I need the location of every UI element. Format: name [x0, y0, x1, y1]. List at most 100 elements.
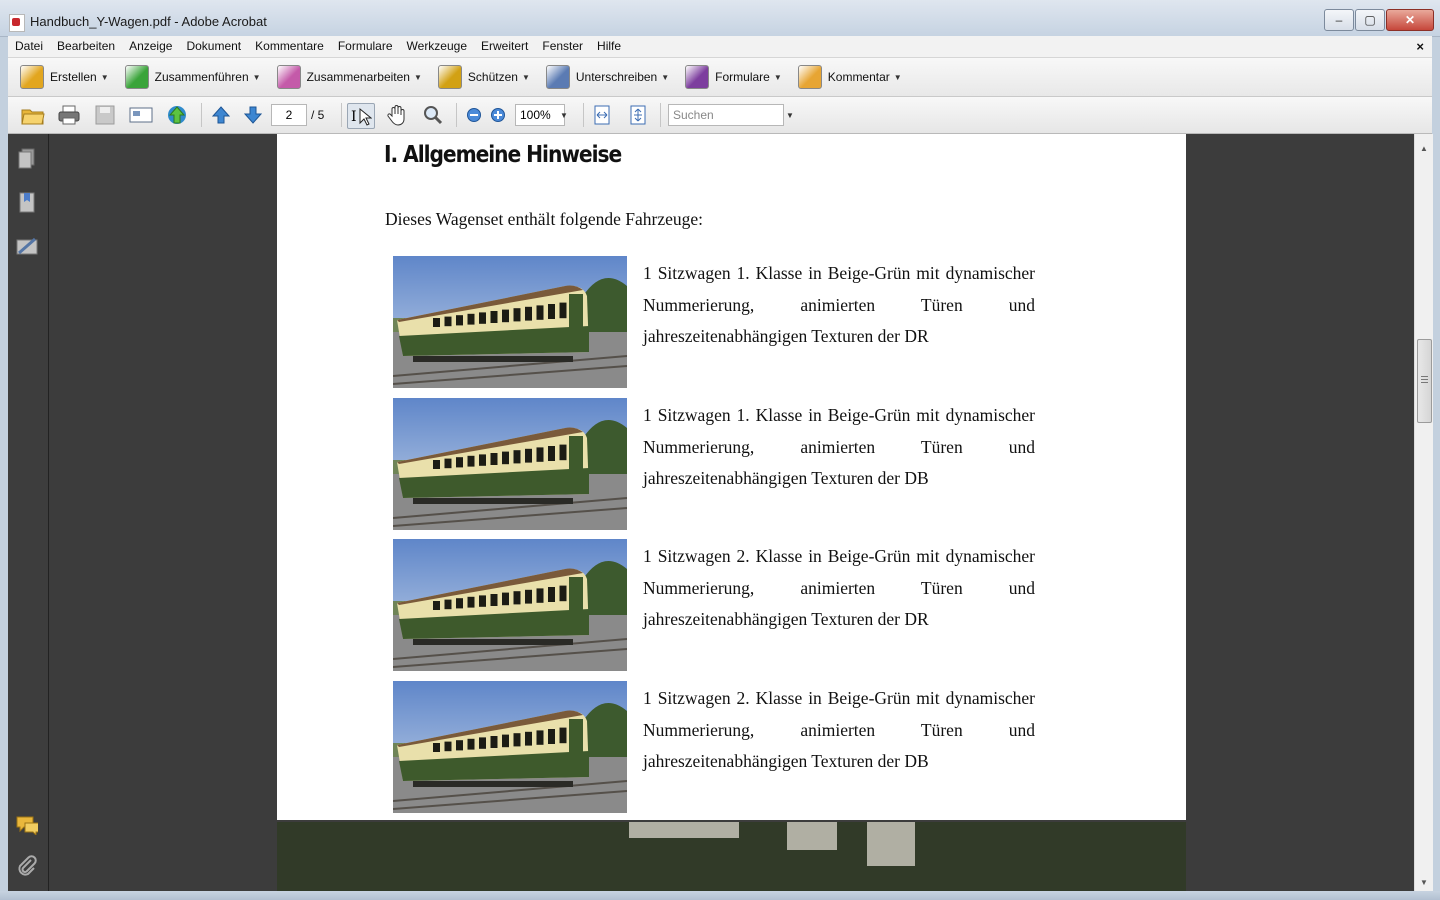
- title-bar[interactable]: Handbuch_Y-Wagen.pdf - Adobe Acrobat – ▢…: [0, 0, 1440, 37]
- menu-werkzeuge[interactable]: Werkzeuge: [400, 36, 474, 57]
- task-label: Erstellen: [50, 70, 97, 84]
- dropdown-arrow-icon: ▼: [893, 72, 902, 82]
- attachments-icon[interactable]: [16, 855, 38, 877]
- open-icon[interactable]: [20, 103, 46, 127]
- separator: [341, 103, 342, 127]
- maximize-button[interactable]: ▢: [1355, 9, 1385, 31]
- zoom-dropdown-icon[interactable]: ▼: [560, 106, 568, 126]
- task-pen-button[interactable]: Unterschreiben ▼: [545, 65, 670, 89]
- task-lock-button[interactable]: Schützen ▼: [437, 65, 530, 89]
- task-label: Kommentar: [827, 70, 890, 84]
- separator: [660, 103, 661, 127]
- create-pdf-icon: [20, 65, 44, 89]
- page-number-input[interactable]: 2: [271, 104, 307, 126]
- task-collaborate-button[interactable]: Zusammenarbeiten ▼: [276, 65, 422, 89]
- task-comment-button[interactable]: Kommentar ▼: [797, 65, 902, 89]
- tasks-toolbar: Erstellen ▼ Zusammenführen ▼ Zusammenarbeite…: [8, 58, 1432, 97]
- pages-icon[interactable]: [16, 148, 38, 170]
- vehicle-entry: 1 Sitzwagen 1. Klasse in Beige-Grün mit …: [393, 398, 1035, 531]
- vehicle-description: 1 Sitzwagen 2. Klasse in Beige-Grün mit …: [643, 546, 1035, 629]
- combine-icon: [124, 65, 149, 89]
- vehicle-description: 1 Sitzwagen 1. Klasse in Beige-Grün mit …: [643, 263, 1035, 346]
- task-combine-button[interactable]: Zusammenführen ▼: [124, 65, 261, 89]
- search-input[interactable]: Suchen: [668, 104, 784, 126]
- comment-icon: [797, 65, 822, 89]
- previous-page-icon[interactable]: [208, 103, 234, 127]
- collaborate-icon: [276, 65, 301, 89]
- menu-dokument[interactable]: Dokument: [179, 36, 248, 57]
- search-dropdown-icon[interactable]: ▼: [786, 106, 794, 126]
- save-icon[interactable]: [92, 103, 118, 127]
- dropdown-arrow-icon: ▼: [521, 72, 530, 82]
- acrobat-icon: [9, 14, 25, 32]
- next-page-icon[interactable]: [240, 103, 266, 127]
- wagon-image: [393, 681, 627, 813]
- email-icon[interactable]: [128, 103, 154, 127]
- minimize-button[interactable]: –: [1324, 9, 1354, 31]
- next-page-preview: [277, 822, 1186, 891]
- menu-bearbeiten[interactable]: Bearbeiten: [50, 36, 122, 57]
- separator: [583, 103, 584, 127]
- vertical-scrollbar[interactable]: ▲ ▼: [1414, 134, 1433, 891]
- print-icon[interactable]: [56, 103, 82, 127]
- menu-kommentare[interactable]: Kommentare: [248, 36, 331, 57]
- document-area[interactable]: I. Allgemeine Hinweise Dieses Wagenset e…: [49, 134, 1414, 891]
- scroll-thumb[interactable]: [1417, 339, 1432, 423]
- window-title: Handbuch_Y-Wagen.pdf - Adobe Acrobat: [30, 14, 267, 29]
- vehicle-entry: 1 Sitzwagen 2. Klasse in Beige-Grün mit …: [393, 539, 1035, 672]
- menu-fenster[interactable]: Fenster: [535, 36, 590, 57]
- vehicle-description: 1 Sitzwagen 2. Klasse in Beige-Grün mit …: [643, 688, 1035, 771]
- menu-datei[interactable]: Datei: [8, 36, 50, 57]
- marquee-zoom-icon[interactable]: [420, 103, 446, 127]
- dropdown-arrow-icon: ▼: [773, 72, 782, 82]
- forms-icon: [685, 65, 710, 89]
- dropdown-arrow-icon: ▼: [252, 72, 261, 82]
- task-label: Zusammenarbeiten: [306, 70, 410, 84]
- task-label: Zusammenführen: [154, 70, 249, 84]
- main-toolbar: 2 / 5 I 100% ▼ Suchen ▼: [8, 97, 1432, 134]
- share-icon[interactable]: [164, 103, 190, 127]
- task-forms-button[interactable]: Formulare ▼: [685, 65, 782, 89]
- zoom-in-icon[interactable]: [485, 103, 511, 127]
- window-frame-right: [1432, 36, 1440, 892]
- task-create-pdf-button[interactable]: Erstellen ▼: [20, 65, 109, 89]
- signatures-icon[interactable]: [16, 235, 38, 257]
- zoom-out-icon[interactable]: [461, 103, 487, 127]
- window-frame-left: [0, 36, 8, 892]
- fit-page-icon[interactable]: [625, 103, 651, 127]
- task-label: Unterschreiben: [575, 70, 658, 84]
- scroll-up-icon[interactable]: ▲: [1415, 140, 1433, 157]
- dropdown-arrow-icon: ▼: [661, 72, 670, 82]
- section-heading: I. Allgemeine Hinweise: [384, 142, 622, 168]
- hand-tool-icon[interactable]: [384, 103, 410, 127]
- menu-bar: Datei Bearbeiten Anzeige Dokument Kommentare…: [8, 36, 1432, 58]
- menu-formulare[interactable]: Formulare: [331, 36, 400, 57]
- bookmarks-icon[interactable]: [16, 192, 38, 214]
- select-tool-icon[interactable]: I: [347, 103, 375, 129]
- pen-icon: [545, 65, 570, 89]
- zoom-input[interactable]: 100%: [515, 104, 565, 126]
- comments-icon[interactable]: [16, 814, 38, 836]
- menu-hilfe[interactable]: Hilfe: [590, 36, 628, 57]
- menu-erweitert[interactable]: Erweitert: [474, 36, 535, 57]
- menu-anzeige[interactable]: Anzeige: [122, 36, 179, 57]
- vehicle-entry: 1 Sitzwagen 1. Klasse in Beige-Grün mit …: [393, 256, 1035, 389]
- separator: [201, 103, 202, 127]
- close-document-button[interactable]: ×: [1416, 36, 1424, 57]
- window-frame-bottom: [0, 891, 1440, 900]
- lock-icon: [437, 65, 462, 89]
- scroll-down-icon[interactable]: ▼: [1415, 874, 1433, 891]
- dropdown-arrow-icon: ▼: [100, 72, 109, 82]
- close-button[interactable]: ✕: [1386, 9, 1434, 31]
- separator: [456, 103, 457, 127]
- vehicle-entry: 1 Sitzwagen 2. Klasse in Beige-Grün mit …: [393, 681, 1035, 814]
- fit-width-icon[interactable]: [589, 103, 615, 127]
- intro-text: Dieses Wagenset enthält folgende Fahrzeu…: [385, 209, 704, 229]
- svg-text:I: I: [351, 109, 357, 125]
- vehicle-description: 1 Sitzwagen 1. Klasse in Beige-Grün mit …: [643, 405, 1035, 488]
- wagon-image: [393, 398, 627, 530]
- dropdown-arrow-icon: ▼: [413, 72, 422, 82]
- task-label: Schützen: [467, 70, 518, 84]
- pdf-page: I. Allgemeine Hinweise Dieses Wagenset e…: [277, 134, 1186, 820]
- task-label: Formulare: [715, 70, 770, 84]
